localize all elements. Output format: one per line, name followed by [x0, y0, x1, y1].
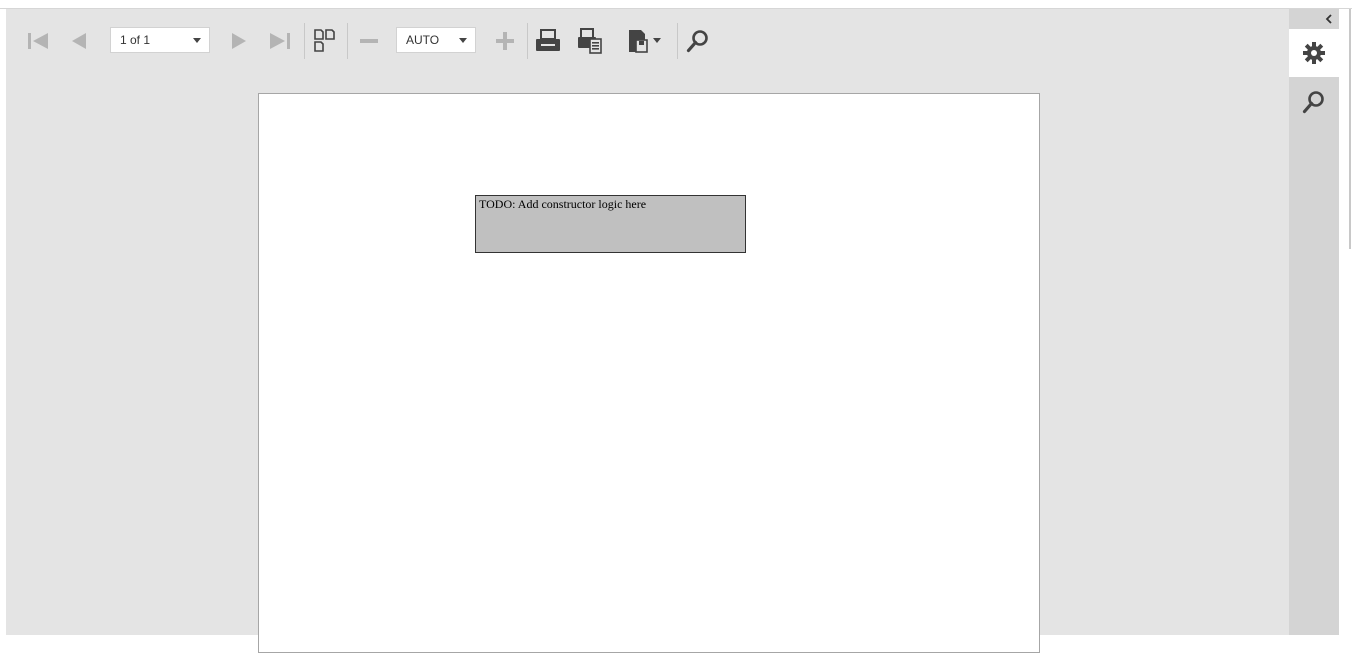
last-page-icon [270, 33, 290, 49]
chevron-down-icon [193, 38, 201, 43]
gear-icon [1303, 42, 1325, 64]
page-number-selector[interactable]: 1 of 1 [110, 27, 210, 53]
multipage-view-icon [314, 29, 335, 52]
chevron-left-icon [1325, 14, 1332, 24]
zoom-in-button[interactable] [492, 23, 518, 59]
tab-search[interactable] [1289, 78, 1339, 126]
export-button[interactable] [624, 23, 664, 59]
print-button[interactable] [533, 23, 563, 59]
last-page-button[interactable] [266, 23, 294, 59]
toolbar-separator [304, 23, 305, 59]
report-viewer: 1 of 1 AUTO TODO: Add constructor logic … [6, 9, 1289, 653]
print-page-button[interactable] [575, 23, 605, 59]
collapse-panel-button[interactable] [1289, 9, 1339, 29]
search-icon [1302, 91, 1324, 114]
vertical-scrollbar[interactable] [1339, 9, 1352, 635]
multipage-view-button[interactable] [310, 23, 340, 59]
printer-icon [536, 29, 560, 51]
print-page-icon [578, 28, 602, 54]
zoom-value: AUTO [406, 33, 440, 47]
report-page: TODO: Add constructor logic here [258, 93, 1040, 653]
viewer-toolbar: 1 of 1 AUTO [6, 9, 1289, 73]
toolbar-separator [527, 23, 528, 59]
tab-panel [1289, 9, 1339, 635]
plus-icon [496, 32, 514, 50]
zoom-selector[interactable]: AUTO [396, 27, 476, 53]
next-page-icon [232, 33, 246, 49]
search-icon [686, 30, 708, 53]
minus-icon [360, 39, 378, 43]
report-textbox: TODO: Add constructor logic here [475, 195, 746, 253]
previous-page-icon [72, 33, 86, 49]
toolbar-separator [677, 23, 678, 59]
next-page-button[interactable] [226, 23, 252, 59]
export-icon [629, 30, 661, 53]
previous-page-button[interactable] [66, 23, 92, 59]
top-border [0, 0, 1352, 9]
toolbar-separator [347, 23, 348, 59]
first-page-button[interactable] [24, 23, 52, 59]
tab-parameters[interactable] [1289, 29, 1339, 77]
zoom-out-button[interactable] [356, 23, 382, 59]
scrollbar-thumb[interactable] [1349, 9, 1351, 249]
search-button[interactable] [683, 23, 713, 59]
page-number-value: 1 of 1 [120, 33, 151, 47]
first-page-icon [28, 33, 48, 49]
chevron-down-icon [459, 38, 467, 43]
